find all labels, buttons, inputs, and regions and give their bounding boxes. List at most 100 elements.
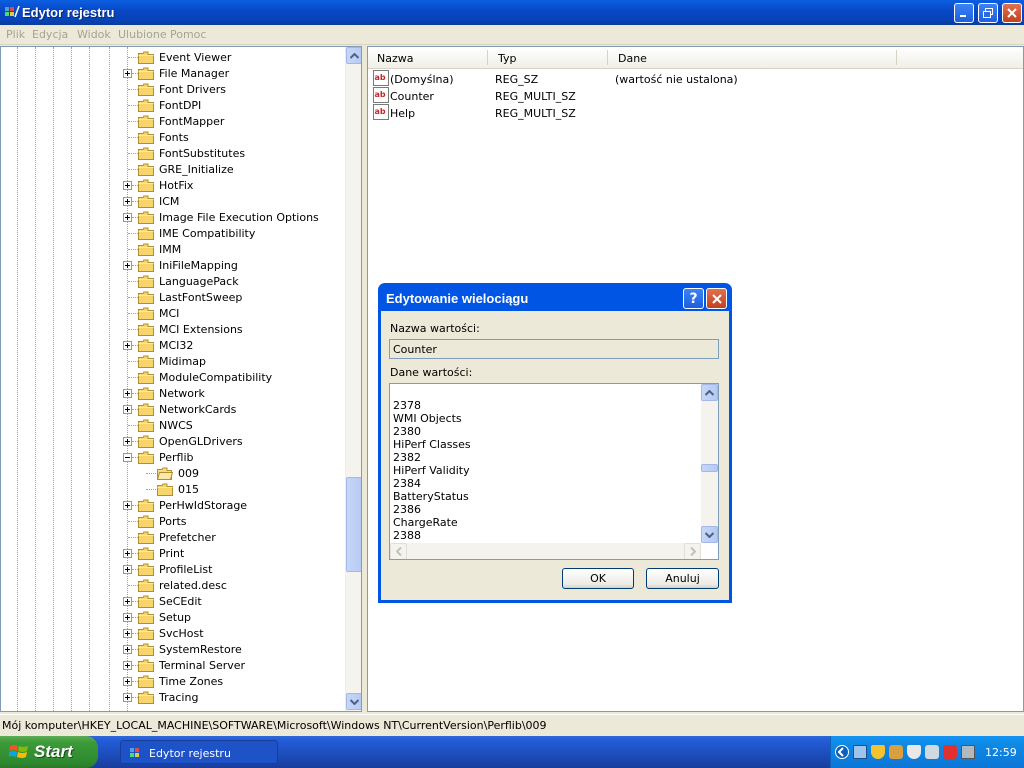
title-bar[interactable]: Edytor rejestru <box>0 0 1024 25</box>
data-vertical-scrollbar[interactable] <box>701 384 718 543</box>
expand-icon[interactable] <box>123 341 132 350</box>
column-divider[interactable] <box>896 50 897 65</box>
menu-help[interactable]: Pomoc <box>170 28 206 41</box>
dialog-close-button[interactable] <box>706 288 727 309</box>
expand-icon[interactable] <box>123 629 132 638</box>
expand-icon[interactable] <box>123 213 132 222</box>
gear-icon[interactable] <box>925 745 939 759</box>
expand-icon[interactable] <box>123 613 132 622</box>
expand-icon[interactable] <box>123 549 132 558</box>
scroll-left-button[interactable] <box>390 543 407 559</box>
registry-tree[interactable]: Event Viewer File Manager Font Drivers Font… <box>0 46 362 712</box>
tree-item[interactable]: PerHwIdStorage <box>1 497 345 513</box>
expand-icon[interactable] <box>123 693 132 702</box>
column-type[interactable]: Typ <box>498 52 517 65</box>
column-data[interactable]: Dane <box>618 52 647 65</box>
ok-button[interactable]: OK <box>562 568 634 589</box>
tree-item[interactable]: Network <box>1 385 345 401</box>
tree-item[interactable]: IME Compatibility <box>1 225 345 241</box>
tree-item[interactable]: Fonts <box>1 129 345 145</box>
tree-item[interactable]: 015 <box>1 481 345 497</box>
menu-favorites[interactable]: Ulubione <box>118 28 167 41</box>
tree-item[interactable]: Time Zones <box>1 673 345 689</box>
tree-item[interactable]: MCI <box>1 305 345 321</box>
expand-icon[interactable] <box>123 69 132 78</box>
expand-icon[interactable] <box>123 565 132 574</box>
tree-item[interactable]: Image File Execution Options <box>1 209 345 225</box>
help-button[interactable]: ? <box>683 288 704 309</box>
tree-item[interactable]: LastFontSweep <box>1 289 345 305</box>
tree-item[interactable]: SystemRestore <box>1 641 345 657</box>
restore-button[interactable] <box>978 3 998 23</box>
expand-icon[interactable] <box>123 389 132 398</box>
expand-icon[interactable] <box>123 661 132 670</box>
tree-item[interactable]: Setup <box>1 609 345 625</box>
tree-item[interactable]: Tracing <box>1 689 345 705</box>
tree-item[interactable]: FontSubstitutes <box>1 145 345 161</box>
tree-item[interactable]: Font Drivers <box>1 81 345 97</box>
tree-item[interactable]: ModuleCompatibility <box>1 369 345 385</box>
tree-item[interactable]: 009 <box>1 465 345 481</box>
expand-icon[interactable] <box>123 405 132 414</box>
security-shield-icon[interactable] <box>871 745 885 759</box>
tree-item[interactable]: File Manager <box>1 65 345 81</box>
tree-item[interactable]: MCI32 <box>1 337 345 353</box>
tree-item[interactable]: SeCEdit <box>1 593 345 609</box>
scroll-down-button[interactable] <box>346 693 361 710</box>
tree-item[interactable]: ICM <box>1 193 345 209</box>
tree-item[interactable]: Ports <box>1 513 345 529</box>
list-row[interactable]: ab Help REG_MULTI_SZ <box>368 104 1023 121</box>
tree-item[interactable]: IniFileMapping <box>1 257 345 273</box>
tree-item[interactable]: FontDPI <box>1 97 345 113</box>
cancel-button[interactable]: Anuluj <box>646 568 719 589</box>
expand-icon[interactable] <box>123 501 132 510</box>
tree-item[interactable]: MCI Extensions <box>1 321 345 337</box>
tree-item[interactable]: Terminal Server <box>1 657 345 673</box>
scroll-up-button[interactable] <box>346 47 361 64</box>
expand-icon[interactable] <box>123 181 132 190</box>
expand-icon[interactable] <box>123 261 132 270</box>
expand-icon[interactable] <box>123 677 132 686</box>
tree-item[interactable]: HotFix <box>1 177 345 193</box>
tree-item[interactable]: SvcHost <box>1 625 345 641</box>
show-hidden-icons-button[interactable] <box>835 745 849 759</box>
expand-icon[interactable] <box>123 437 132 446</box>
list-row[interactable]: ab (Domyślna) REG_SZ (wartość nie ustalona) <box>368 70 1023 87</box>
scroll-up-button[interactable] <box>701 384 718 401</box>
expand-icon[interactable] <box>123 597 132 606</box>
start-button[interactable]: Start <box>0 736 98 768</box>
tree-item[interactable]: Perflib <box>1 449 345 465</box>
monitor-icon[interactable] <box>961 745 975 759</box>
tree-item[interactable]: Event Viewer <box>1 49 345 65</box>
column-divider[interactable] <box>607 50 608 65</box>
tree-item[interactable]: Print <box>1 545 345 561</box>
data-horizontal-scrollbar[interactable] <box>390 543 701 559</box>
expand-icon[interactable] <box>123 645 132 654</box>
shield-icon[interactable] <box>907 745 921 759</box>
tree-scrollbar[interactable] <box>345 47 361 711</box>
tree-item[interactable]: Midimap <box>1 353 345 369</box>
tree-item[interactable]: LanguagePack <box>1 273 345 289</box>
close-button[interactable] <box>1002 3 1022 23</box>
tree-item[interactable]: FontMapper <box>1 113 345 129</box>
tree-item[interactable]: related.desc <box>1 577 345 593</box>
minimize-button[interactable] <box>954 3 974 23</box>
tree-item[interactable]: ProfileList <box>1 561 345 577</box>
tree-item[interactable]: OpenGLDrivers <box>1 433 345 449</box>
menu-file[interactable]: Plik <box>6 28 25 41</box>
tree-item[interactable]: NWCS <box>1 417 345 433</box>
expand-icon[interactable] <box>123 197 132 206</box>
tree-item[interactable]: Prefetcher <box>1 529 345 545</box>
column-name[interactable]: Nazwa <box>377 52 413 65</box>
tree-item[interactable]: GRE_Initialize <box>1 161 345 177</box>
menu-view[interactable]: Widok <box>77 28 111 41</box>
column-divider[interactable] <box>487 50 488 65</box>
tree-item[interactable]: IMM <box>1 241 345 257</box>
tree-item[interactable]: NetworkCards <box>1 401 345 417</box>
scroll-thumb[interactable] <box>701 464 718 472</box>
menu-edit[interactable]: Edycja <box>32 28 68 41</box>
network-icon[interactable] <box>853 745 867 759</box>
scroll-down-button[interactable] <box>701 526 718 543</box>
scroll-right-button[interactable] <box>684 543 701 559</box>
list-row[interactable]: ab Counter REG_MULTI_SZ <box>368 87 1023 104</box>
